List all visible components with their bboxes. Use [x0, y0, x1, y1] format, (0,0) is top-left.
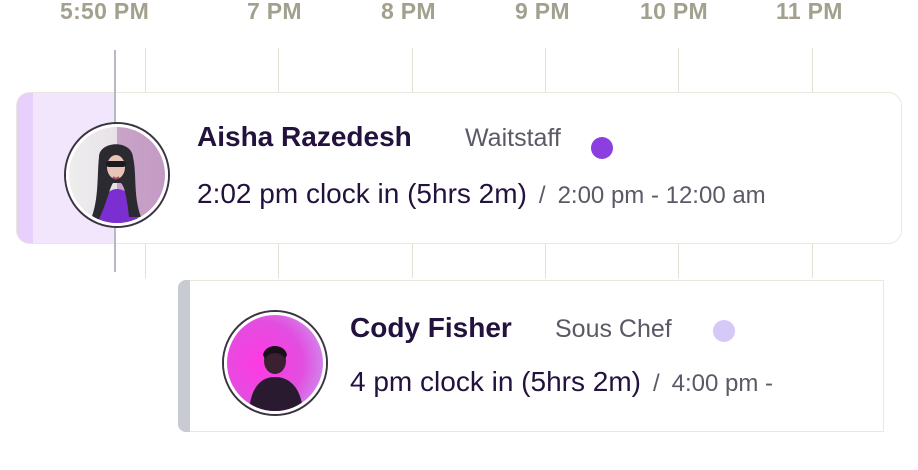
- separator: /: [538, 182, 546, 209]
- employee-name: Aisha Razedesh: [197, 121, 412, 152]
- separator: /: [652, 370, 660, 397]
- hour-label-10pm: 10 PM: [640, 0, 708, 24]
- hour-label-8pm: 8 PM: [381, 0, 436, 24]
- clock-in-text: 4 pm clock in (5hrs 2m): [350, 366, 641, 397]
- hour-label-9pm: 9 PM: [515, 0, 570, 24]
- scheduled-time: 2:00 pm - 12:00 am: [557, 182, 766, 209]
- hour-label-7pm: 7 PM: [247, 0, 302, 24]
- shift-card-content: Cody Fisher Sous Chef 4 pm clock in (5hr…: [178, 280, 882, 432]
- employee-name: Cody Fisher: [350, 312, 512, 343]
- schedule-timeline: 5:50 PM 7 PM 8 PM 9 PM 10 PM 11 PM Aisha…: [0, 0, 918, 470]
- clock-in-text: 2:02 pm clock in (5hrs 2m): [197, 178, 527, 209]
- status-dot: [713, 320, 735, 342]
- employee-role: Waitstaff: [465, 124, 561, 152]
- employee-role: Sous Chef: [555, 315, 672, 343]
- current-time-label: 5:50 PM: [60, 0, 150, 24]
- shift-accent-bar: [17, 93, 33, 243]
- hour-label-11pm: 11 PM: [776, 0, 843, 24]
- shift-times: 2:02 pm clock in (5hrs 2m) / 2:00 pm - 12:…: [197, 178, 766, 210]
- shift-times: 4 pm clock in (5hrs 2m) / 4:00 pm -: [350, 366, 773, 398]
- avatar[interactable]: [66, 124, 168, 226]
- status-dot: [591, 137, 613, 159]
- scheduled-time: 4:00 pm -: [671, 370, 774, 397]
